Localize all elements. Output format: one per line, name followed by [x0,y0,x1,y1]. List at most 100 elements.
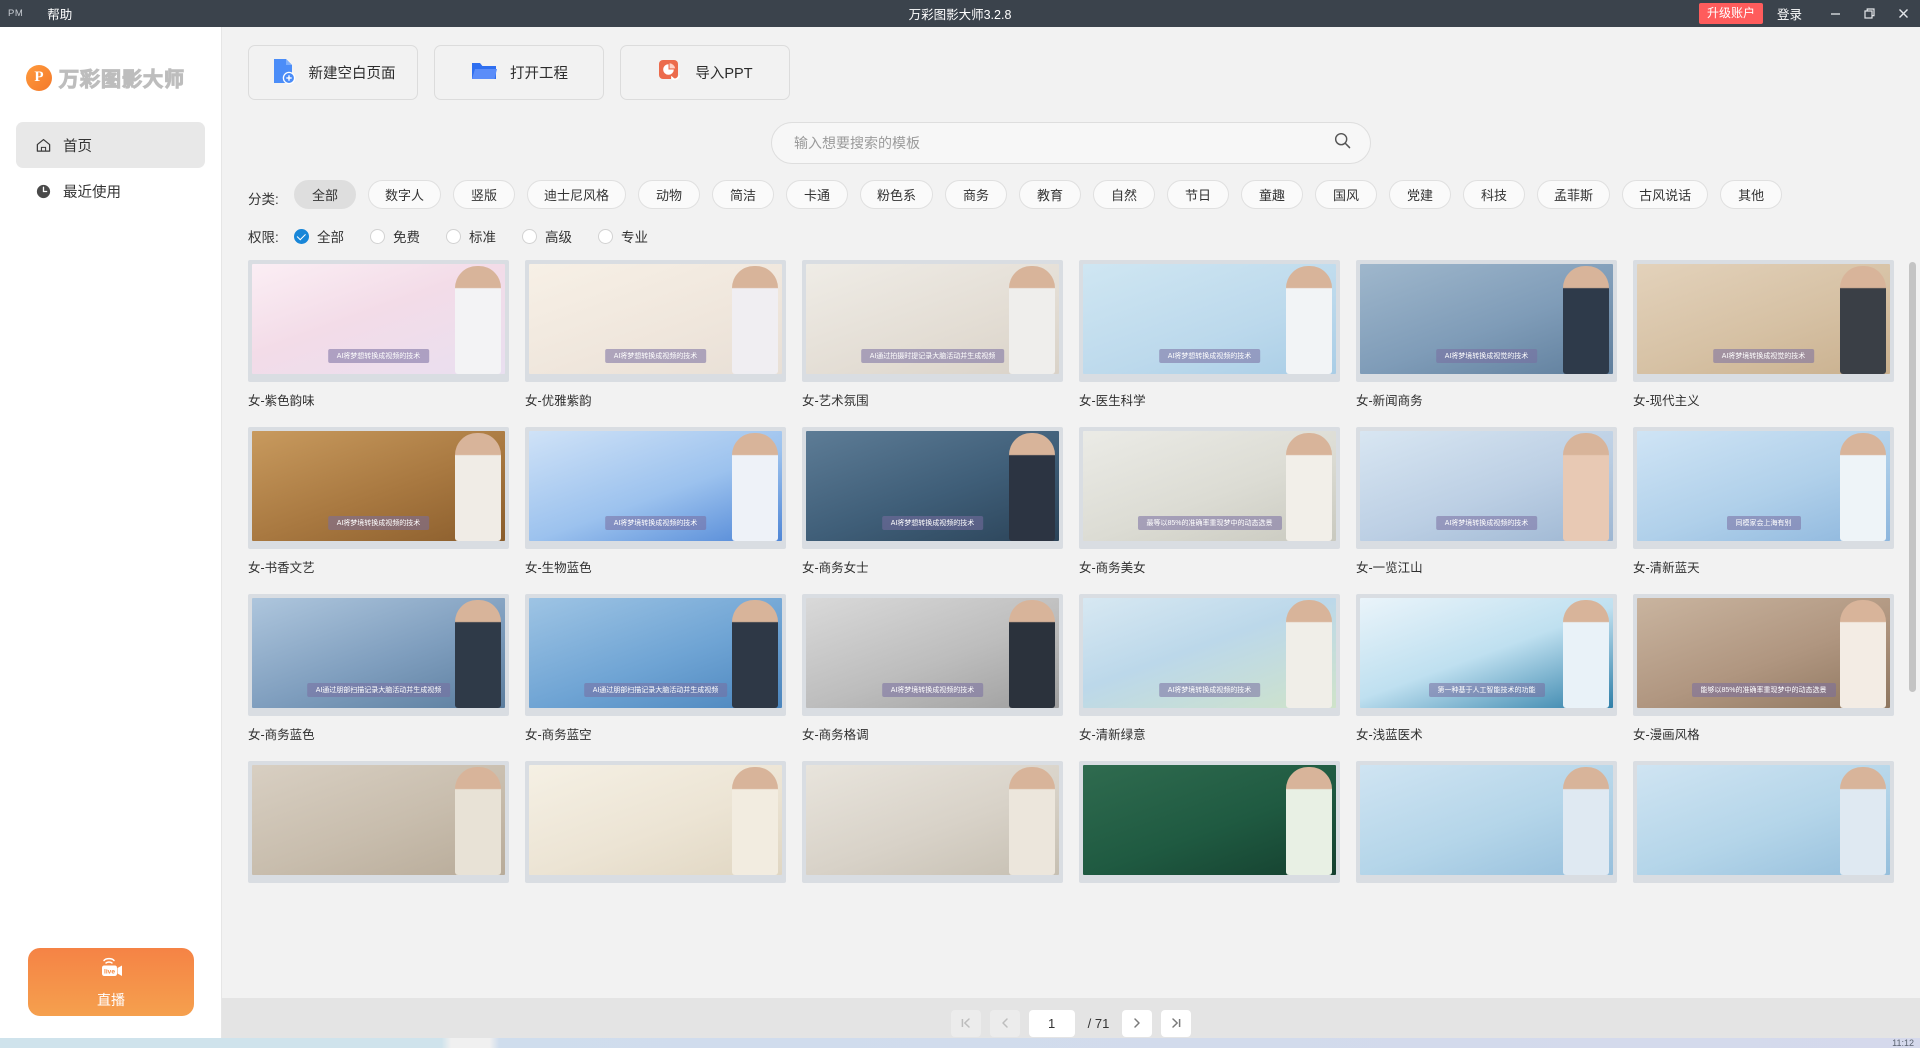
category-chip-shuzihua[interactable]: 数字人 [368,180,441,209]
open-project-button[interactable]: 打开工程 [434,45,604,100]
template-card[interactable]: AI将梦境转换成视频的技术女-一览江山 [1356,427,1617,576]
category-chip-jianjie[interactable]: 简洁 [712,180,774,209]
template-card[interactable] [802,761,1063,891]
category-chip-gufengshuohua[interactable]: 古风说话 [1622,180,1708,209]
sidebar-item-recent[interactable]: 最近使用 [16,168,205,214]
template-thumbnail[interactable]: AI通过朋部扫描记录大脑活动并生成视频 [525,594,786,716]
template-thumbnail[interactable]: 能够以85%的准确率重现梦中的动态选景 [1633,594,1894,716]
template-thumbnail[interactable]: AI将梦境转换成视频的技术 [248,427,509,549]
template-card[interactable]: AI将梦想转换成视频的技术女-医生科学 [1079,260,1340,409]
category-chip-jiaoyu[interactable]: 教育 [1019,180,1081,209]
category-chip-ziran[interactable]: 自然 [1093,180,1155,209]
category-chip-disney[interactable]: 迪士尼风格 [527,180,626,209]
template-card[interactable] [248,761,509,891]
template-label: 女-商务格调 [802,724,1063,743]
next-page-icon[interactable] [1122,1010,1152,1037]
prev-page-icon[interactable] [990,1010,1020,1037]
template-card[interactable] [1633,761,1894,891]
template-thumbnail[interactable] [802,761,1063,883]
template-thumbnail[interactable] [248,761,509,883]
import-ppt-button[interactable]: 导入PPT [620,45,790,100]
close-icon[interactable] [1886,0,1920,27]
template-thumbnail[interactable] [1079,761,1340,883]
category-chip-dangjian[interactable]: 党建 [1389,180,1451,209]
minimize-icon[interactable] [1818,0,1852,27]
category-chip-katong[interactable]: 卡通 [786,180,848,209]
live-stream-button[interactable]: live 直播 [28,948,194,1016]
template-thumbnail[interactable]: AI将梦想转换成视频的技术 [525,260,786,382]
search-box[interactable] [771,122,1371,164]
first-page-icon[interactable] [951,1010,981,1037]
template-thumbnail[interactable]: AI将梦境转换成视频的技术 [1079,594,1340,716]
template-thumbnail[interactable]: AI将梦境转换成视觉的技术 [1633,260,1894,382]
template-thumbnail[interactable]: 同模家会上海有别 [1633,427,1894,549]
template-card[interactable] [1356,761,1617,891]
upgrade-account-button[interactable]: 升级账户 [1699,3,1763,24]
template-card[interactable]: 能够以85%的准确率重现梦中的动态选景女-漫画风格 [1633,594,1894,743]
restore-icon[interactable] [1852,0,1886,27]
search-input[interactable] [794,135,1333,151]
template-thumbnail[interactable]: AI将梦境转换成视频的技术 [802,594,1063,716]
template-thumbnail[interactable]: AI将梦境转换成视觉的技术 [1356,260,1617,382]
template-card[interactable]: AI通过朋部扫描记录大脑活动并生成视频女-商务蓝空 [525,594,786,743]
category-chip-mengfeisi[interactable]: 孟菲斯 [1537,180,1610,209]
template-thumbnail[interactable]: AI将梦想转换成视频的技术 [802,427,1063,549]
template-thumbnail[interactable]: AI将梦境转换成视频的技术 [525,427,786,549]
template-thumbnail[interactable]: AI通过朋部扫描记录大脑活动并生成视频 [248,594,509,716]
page-number-input[interactable] [1029,1010,1075,1037]
template-card[interactable]: 第一种基于人工智能技术的功能女-浅蓝医术 [1356,594,1617,743]
last-page-icon[interactable] [1161,1010,1191,1037]
category-chip-quanbu[interactable]: 全部 [294,180,356,209]
window-title: 万彩图影大师3.2.8 [0,4,1920,23]
search-icon[interactable] [1333,131,1352,155]
thumbnail-image: AI将梦境转换成视觉的技术 [1360,264,1613,374]
permission-radio-free[interactable]: 免费 [370,226,420,246]
scrollbar-thumb[interactable] [1909,262,1916,692]
template-thumbnail[interactable]: 最等以85%的准确率重现梦中的动态选景 [1079,427,1340,549]
template-thumbnail[interactable]: AI将梦想转换成视频的技术 [248,260,509,382]
template-card[interactable]: AI将梦境转换成视频的技术女-商务格调 [802,594,1063,743]
template-thumbnail[interactable]: AI将梦境转换成视频的技术 [1356,427,1617,549]
category-chip-fensexi[interactable]: 粉色系 [860,180,933,209]
permission-radio-professional[interactable]: 专业 [598,226,648,246]
sidebar-item-home[interactable]: 首页 [16,122,205,168]
template-card[interactable]: AI将梦境转换成视频的技术女-生物蓝色 [525,427,786,576]
new-blank-page-button[interactable]: 新建空白页面 [248,45,418,100]
template-thumbnail[interactable]: AI通过拍摄时提记录大脑活动并生成视频 [802,260,1063,382]
category-chip-shuban[interactable]: 竖版 [453,180,515,209]
template-card[interactable]: AI将梦境转换成视频的技术女-书香文艺 [248,427,509,576]
template-card[interactable]: AI将梦想转换成视频的技术女-优雅紫韵 [525,260,786,409]
template-thumbnail[interactable] [525,761,786,883]
permission-radio-all[interactable]: 全部 [294,226,344,246]
template-card[interactable]: AI将梦想转换成视频的技术女-商务女士 [802,427,1063,576]
template-thumbnail[interactable] [1356,761,1617,883]
permission-radio-advanced[interactable]: 高级 [522,226,572,246]
template-card[interactable]: AI将梦境转换成视觉的技术女-新闻商务 [1356,260,1617,409]
category-chip-shangwu[interactable]: 商务 [945,180,1007,209]
permission-radio-standard[interactable]: 标准 [446,226,496,246]
template-thumbnail[interactable] [1633,761,1894,883]
template-card[interactable]: AI将梦境转换成视频的技术女-清新绿意 [1079,594,1340,743]
thumbnail-caption: AI通过拍摄时提记录大脑活动并生成视频 [861,349,1005,363]
template-card[interactable]: AI通过拍摄时提记录大脑活动并生成视频女-艺术氛围 [802,260,1063,409]
category-chip-keji[interactable]: 科技 [1463,180,1525,209]
template-card[interactable] [1079,761,1340,891]
template-card[interactable]: AI将梦想转换成视频的技术女-紫色韵味 [248,260,509,409]
thumbnail-image: AI将梦境转换成视觉的技术 [1637,264,1890,374]
template-card[interactable]: 最等以85%的准确率重现梦中的动态选景女-商务美女 [1079,427,1340,576]
category-chip-qita[interactable]: 其他 [1720,180,1782,209]
template-card[interactable]: AI通过朋部扫描记录大脑活动并生成视频女-商务蓝色 [248,594,509,743]
template-card[interactable]: AI将梦境转换成视觉的技术女-现代主义 [1633,260,1894,409]
template-thumbnail[interactable]: 第一种基于人工智能技术的功能 [1356,594,1617,716]
category-chip-tongqu[interactable]: 童趣 [1241,180,1303,209]
menu-help[interactable]: 帮助 [41,1,78,26]
scrollbar-track[interactable] [1911,260,1918,998]
template-card[interactable] [525,761,786,891]
login-button[interactable]: 登录 [1777,4,1802,23]
thumbnail-caption: AI将梦境转换成视频的技术 [605,516,707,530]
template-card[interactable]: 同模家会上海有别女-清新蓝天 [1633,427,1894,576]
category-chip-jieri[interactable]: 节日 [1167,180,1229,209]
category-chip-dongwu[interactable]: 动物 [638,180,700,209]
template-thumbnail[interactable]: AI将梦想转换成视频的技术 [1079,260,1340,382]
category-chip-guofeng[interactable]: 国风 [1315,180,1377,209]
